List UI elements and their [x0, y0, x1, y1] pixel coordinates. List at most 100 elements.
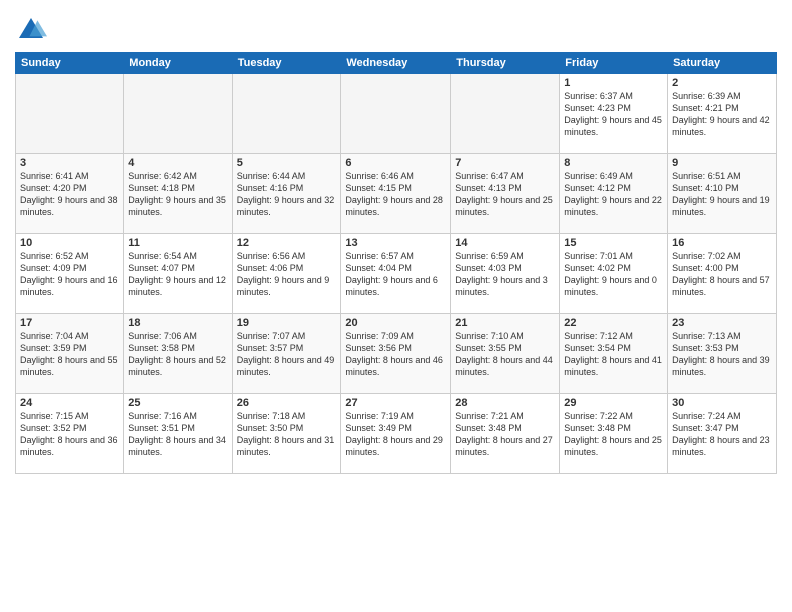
day-info: Sunrise: 7:24 AMSunset: 3:47 PMDaylight:… — [672, 410, 772, 459]
day-number: 11 — [128, 237, 227, 249]
day-number: 13 — [345, 237, 446, 249]
day-number: 9 — [672, 157, 772, 169]
day-info: Sunrise: 7:04 AMSunset: 3:59 PMDaylight:… — [20, 330, 119, 379]
day-info: Sunrise: 6:41 AMSunset: 4:20 PMDaylight:… — [20, 170, 119, 219]
day-number: 21 — [455, 317, 555, 329]
day-number: 15 — [564, 237, 663, 249]
week-row-4: 17Sunrise: 7:04 AMSunset: 3:59 PMDayligh… — [16, 314, 777, 394]
day-cell: 7Sunrise: 6:47 AMSunset: 4:13 PMDaylight… — [451, 154, 560, 234]
page-header — [15, 10, 777, 46]
day-cell — [341, 74, 451, 154]
day-info: Sunrise: 6:52 AMSunset: 4:09 PMDaylight:… — [20, 250, 119, 299]
day-cell: 24Sunrise: 7:15 AMSunset: 3:52 PMDayligh… — [16, 394, 124, 474]
day-number: 8 — [564, 157, 663, 169]
day-cell — [124, 74, 232, 154]
day-cell — [16, 74, 124, 154]
calendar-table: SundayMondayTuesdayWednesdayThursdayFrid… — [15, 52, 777, 474]
day-cell: 3Sunrise: 6:41 AMSunset: 4:20 PMDaylight… — [16, 154, 124, 234]
day-cell: 17Sunrise: 7:04 AMSunset: 3:59 PMDayligh… — [16, 314, 124, 394]
day-info: Sunrise: 6:47 AMSunset: 4:13 PMDaylight:… — [455, 170, 555, 219]
day-number: 1 — [564, 77, 663, 89]
day-info: Sunrise: 7:22 AMSunset: 3:48 PMDaylight:… — [564, 410, 663, 459]
weekday-header-thursday: Thursday — [451, 53, 560, 74]
day-cell: 26Sunrise: 7:18 AMSunset: 3:50 PMDayligh… — [232, 394, 341, 474]
day-info: Sunrise: 7:19 AMSunset: 3:49 PMDaylight:… — [345, 410, 446, 459]
day-info: Sunrise: 7:09 AMSunset: 3:56 PMDaylight:… — [345, 330, 446, 379]
day-cell: 8Sunrise: 6:49 AMSunset: 4:12 PMDaylight… — [560, 154, 668, 234]
day-number: 27 — [345, 397, 446, 409]
day-info: Sunrise: 6:51 AMSunset: 4:10 PMDaylight:… — [672, 170, 772, 219]
day-info: Sunrise: 7:18 AMSunset: 3:50 PMDaylight:… — [237, 410, 337, 459]
week-row-5: 24Sunrise: 7:15 AMSunset: 3:52 PMDayligh… — [16, 394, 777, 474]
day-cell: 23Sunrise: 7:13 AMSunset: 3:53 PMDayligh… — [668, 314, 777, 394]
day-number: 22 — [564, 317, 663, 329]
day-info: Sunrise: 6:44 AMSunset: 4:16 PMDaylight:… — [237, 170, 337, 219]
day-cell: 9Sunrise: 6:51 AMSunset: 4:10 PMDaylight… — [668, 154, 777, 234]
week-row-2: 3Sunrise: 6:41 AMSunset: 4:20 PMDaylight… — [16, 154, 777, 234]
day-number: 14 — [455, 237, 555, 249]
day-cell: 29Sunrise: 7:22 AMSunset: 3:48 PMDayligh… — [560, 394, 668, 474]
day-cell: 6Sunrise: 6:46 AMSunset: 4:15 PMDaylight… — [341, 154, 451, 234]
week-row-3: 10Sunrise: 6:52 AMSunset: 4:09 PMDayligh… — [16, 234, 777, 314]
day-number: 26 — [237, 397, 337, 409]
day-number: 20 — [345, 317, 446, 329]
day-cell: 1Sunrise: 6:37 AMSunset: 4:23 PMDaylight… — [560, 74, 668, 154]
day-info: Sunrise: 6:56 AMSunset: 4:06 PMDaylight:… — [237, 250, 337, 299]
logo — [15, 14, 51, 46]
day-cell: 14Sunrise: 6:59 AMSunset: 4:03 PMDayligh… — [451, 234, 560, 314]
logo-icon — [15, 14, 47, 46]
weekday-header-wednesday: Wednesday — [341, 53, 451, 74]
day-cell: 19Sunrise: 7:07 AMSunset: 3:57 PMDayligh… — [232, 314, 341, 394]
day-cell: 28Sunrise: 7:21 AMSunset: 3:48 PMDayligh… — [451, 394, 560, 474]
day-info: Sunrise: 6:46 AMSunset: 4:15 PMDaylight:… — [345, 170, 446, 219]
day-info: Sunrise: 6:49 AMSunset: 4:12 PMDaylight:… — [564, 170, 663, 219]
day-info: Sunrise: 7:15 AMSunset: 3:52 PMDaylight:… — [20, 410, 119, 459]
day-number: 4 — [128, 157, 227, 169]
weekday-header-friday: Friday — [560, 53, 668, 74]
day-cell: 25Sunrise: 7:16 AMSunset: 3:51 PMDayligh… — [124, 394, 232, 474]
day-info: Sunrise: 6:42 AMSunset: 4:18 PMDaylight:… — [128, 170, 227, 219]
day-number: 3 — [20, 157, 119, 169]
day-cell: 22Sunrise: 7:12 AMSunset: 3:54 PMDayligh… — [560, 314, 668, 394]
weekday-header-tuesday: Tuesday — [232, 53, 341, 74]
day-number: 30 — [672, 397, 772, 409]
day-cell — [232, 74, 341, 154]
weekday-header-monday: Monday — [124, 53, 232, 74]
day-info: Sunrise: 7:06 AMSunset: 3:58 PMDaylight:… — [128, 330, 227, 379]
day-number: 12 — [237, 237, 337, 249]
day-info: Sunrise: 7:13 AMSunset: 3:53 PMDaylight:… — [672, 330, 772, 379]
day-cell: 2Sunrise: 6:39 AMSunset: 4:21 PMDaylight… — [668, 74, 777, 154]
day-cell: 11Sunrise: 6:54 AMSunset: 4:07 PMDayligh… — [124, 234, 232, 314]
day-number: 19 — [237, 317, 337, 329]
day-cell: 15Sunrise: 7:01 AMSunset: 4:02 PMDayligh… — [560, 234, 668, 314]
day-number: 23 — [672, 317, 772, 329]
day-number: 5 — [237, 157, 337, 169]
day-cell: 27Sunrise: 7:19 AMSunset: 3:49 PMDayligh… — [341, 394, 451, 474]
day-info: Sunrise: 7:10 AMSunset: 3:55 PMDaylight:… — [455, 330, 555, 379]
day-number: 16 — [672, 237, 772, 249]
day-info: Sunrise: 7:12 AMSunset: 3:54 PMDaylight:… — [564, 330, 663, 379]
weekday-header-row: SundayMondayTuesdayWednesdayThursdayFrid… — [16, 53, 777, 74]
day-cell — [451, 74, 560, 154]
day-cell: 12Sunrise: 6:56 AMSunset: 4:06 PMDayligh… — [232, 234, 341, 314]
day-info: Sunrise: 7:02 AMSunset: 4:00 PMDaylight:… — [672, 250, 772, 299]
day-number: 18 — [128, 317, 227, 329]
day-number: 25 — [128, 397, 227, 409]
day-info: Sunrise: 6:54 AMSunset: 4:07 PMDaylight:… — [128, 250, 227, 299]
day-cell: 18Sunrise: 7:06 AMSunset: 3:58 PMDayligh… — [124, 314, 232, 394]
day-number: 10 — [20, 237, 119, 249]
day-cell: 10Sunrise: 6:52 AMSunset: 4:09 PMDayligh… — [16, 234, 124, 314]
day-number: 6 — [345, 157, 446, 169]
day-number: 2 — [672, 77, 772, 89]
day-number: 28 — [455, 397, 555, 409]
day-number: 29 — [564, 397, 663, 409]
day-info: Sunrise: 6:37 AMSunset: 4:23 PMDaylight:… — [564, 90, 663, 139]
day-info: Sunrise: 6:57 AMSunset: 4:04 PMDaylight:… — [345, 250, 446, 299]
day-number: 24 — [20, 397, 119, 409]
day-cell: 30Sunrise: 7:24 AMSunset: 3:47 PMDayligh… — [668, 394, 777, 474]
day-cell: 4Sunrise: 6:42 AMSunset: 4:18 PMDaylight… — [124, 154, 232, 234]
day-info: Sunrise: 7:01 AMSunset: 4:02 PMDaylight:… — [564, 250, 663, 299]
day-info: Sunrise: 6:59 AMSunset: 4:03 PMDaylight:… — [455, 250, 555, 299]
day-cell: 5Sunrise: 6:44 AMSunset: 4:16 PMDaylight… — [232, 154, 341, 234]
day-info: Sunrise: 7:16 AMSunset: 3:51 PMDaylight:… — [128, 410, 227, 459]
